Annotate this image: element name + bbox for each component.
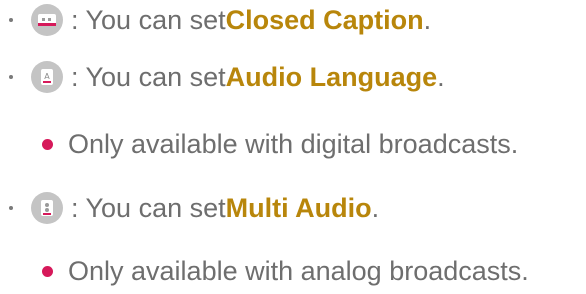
multi-audio-label: Multi Audio [225, 193, 372, 223]
multi-audio-suffix: . [371, 193, 380, 223]
note-text: Only available with analog broadcasts. [68, 256, 529, 286]
note-text: Only available with digital broadcasts. [68, 129, 519, 159]
audio-language-icon: A [31, 61, 63, 93]
list-dot [9, 206, 13, 210]
closed-caption-prefix: : You can set [71, 5, 226, 35]
multi-audio-row: : You can set Multi Audio . [0, 191, 379, 225]
list-dot [9, 18, 13, 22]
closed-caption-row: : You can set Closed Caption . [0, 3, 431, 37]
audio-language-suffix: . [437, 62, 445, 92]
multi-audio-icon [31, 192, 63, 224]
audio-language-row: A : You can set Audio Language . [0, 60, 445, 94]
audio-language-prefix: : You can set [71, 62, 226, 92]
note-bullet [42, 265, 53, 277]
audio-language-label: Audio Language [225, 62, 438, 92]
closed-caption-icon [31, 4, 63, 36]
note-bullet [42, 138, 53, 150]
svg-text:A: A [44, 72, 50, 81]
digital-broadcast-note: Only available with digital broadcasts. [0, 127, 518, 161]
list-dot [9, 75, 13, 79]
analog-broadcast-note: Only available with analog broadcasts. [0, 254, 529, 288]
multi-audio-prefix: : You can set [71, 193, 226, 223]
closed-caption-label: Closed Caption [225, 5, 424, 35]
closed-caption-suffix: . [423, 5, 432, 35]
